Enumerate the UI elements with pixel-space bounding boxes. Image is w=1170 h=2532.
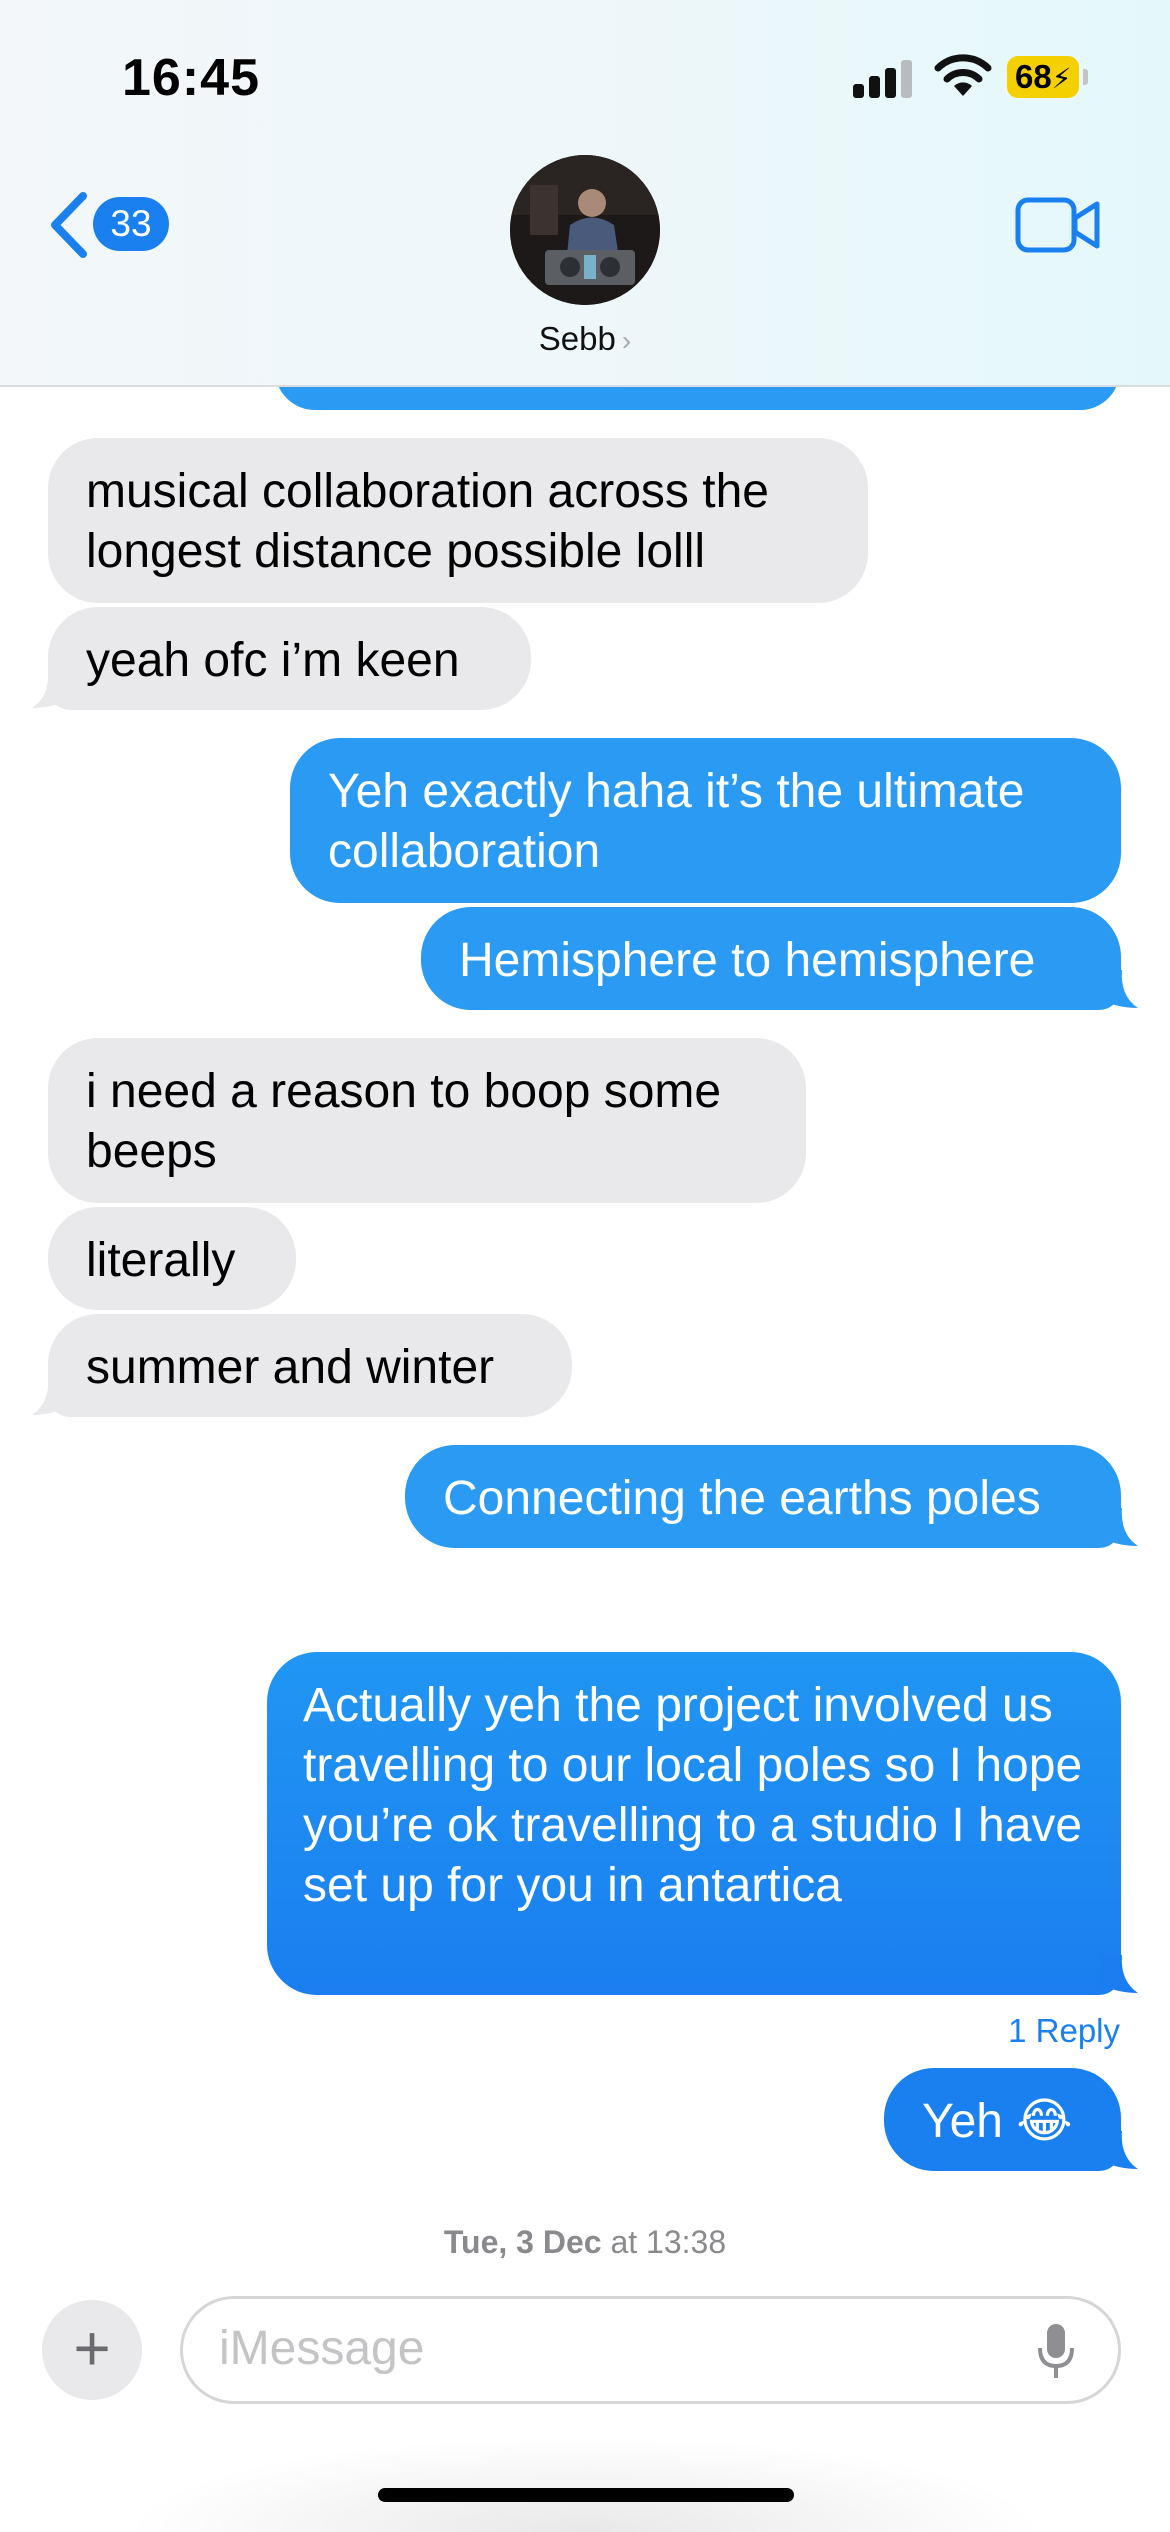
message-bubble-incoming[interactable]: yeah ofc i’m keen [48, 607, 531, 710]
message-text: Yeh 😂 [922, 2095, 1073, 2148]
message-text: Yeh exactly haha it’s the ultimate colla… [328, 765, 1025, 878]
message-bubble-outgoing[interactable]: Connecting the earths poles [405, 1445, 1121, 1548]
message-timestamp: Tue, 3 Dec at 13:38 [0, 2224, 1170, 2261]
contact-avatar[interactable] [510, 155, 660, 305]
message-bubble-outgoing[interactable]: Hemisphere to hemisphere [421, 907, 1121, 1010]
chevron-right-icon: › [621, 325, 632, 356]
bubble-tail [1102, 970, 1138, 1008]
contact-name: Sebb [538, 320, 616, 357]
message-input-placeholder: iMessage [219, 2322, 425, 2375]
contact-name-button[interactable]: Sebb › [0, 320, 1170, 358]
message-bubble-outgoing[interactable]: Yeh exactly haha it’s the ultimate colla… [290, 738, 1121, 903]
status-time: 16:45 [122, 49, 260, 107]
cellular-signal-icon [853, 58, 915, 98]
message-text: Connecting the earths poles [443, 1472, 1041, 1525]
battery-level: 68 [1015, 58, 1052, 95]
message-bubble-incoming[interactable]: musical collaboration across the longest… [48, 438, 868, 603]
conversation-header: 16:45 68⚡ 33 Sebb › [0, 0, 1170, 387]
message-bubble-outgoing[interactable]: Actually yeh the project involved us tra… [267, 1652, 1121, 1995]
message-text: Actually yeh the project involved us tra… [303, 1679, 1083, 1912]
bubble-tail [1102, 2131, 1138, 2169]
bubble-tail [1102, 1955, 1138, 1993]
message-bubble-incoming[interactable]: summer and winter [48, 1314, 572, 1417]
battery-icon: 68⚡ [1007, 56, 1079, 98]
message-bubble-outgoing[interactable]: Yeh 😂 [884, 2068, 1121, 2171]
message-text: literally [86, 1234, 236, 1287]
message-text: musical collaboration across the longest… [86, 465, 769, 578]
message-bubble-incoming[interactable]: literally [48, 1207, 296, 1310]
bubble-tail [32, 1377, 68, 1415]
message-text: summer and winter [86, 1341, 495, 1394]
home-indicator[interactable] [378, 2488, 794, 2502]
bottom-fade [0, 2410, 1170, 2532]
message-input[interactable]: iMessage [180, 2296, 1121, 2404]
video-camera-icon[interactable] [1015, 196, 1101, 254]
timestamp-day: Tue, 3 Dec [443, 2224, 602, 2260]
wifi-icon [934, 54, 992, 96]
bubble-tail [1102, 1508, 1138, 1546]
battery-tip [1083, 69, 1088, 85]
message-bubble-incoming[interactable]: i need a reason to boop some beeps [48, 1038, 806, 1203]
message-text: yeah ofc i’m keen [86, 634, 460, 687]
chevron-left-icon[interactable] [45, 190, 95, 260]
bubble-tail [32, 670, 68, 708]
message-text: Hemisphere to hemisphere [459, 934, 1036, 987]
timestamp-time: at 13:38 [601, 2224, 727, 2260]
plus-icon[interactable]: + [42, 2300, 142, 2400]
message-text: i need a reason to boop some beeps [86, 1065, 722, 1178]
thread-reply-link[interactable]: 1 Reply [1008, 2012, 1120, 2050]
microphone-icon[interactable] [1036, 2322, 1076, 2382]
unread-count-badge[interactable]: 33 [93, 197, 169, 251]
